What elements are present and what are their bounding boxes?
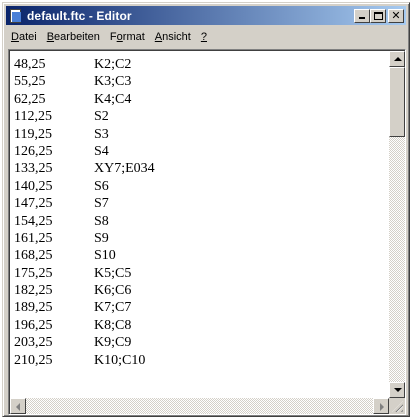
close-button[interactable]: ✕ — [388, 8, 404, 23]
minimize-button[interactable] — [354, 8, 370, 23]
title-bar[interactable]: default.ftc - Editor ✕ — [6, 6, 406, 25]
menu-format[interactable]: Format — [105, 31, 150, 43]
scroll-right-button[interactable] — [373, 398, 389, 414]
arrow-right-icon — [380, 403, 384, 411]
text-line[interactable]: 182,25 K6;C6 — [14, 282, 392, 299]
line-time: 112,25 — [14, 109, 52, 125]
notepad-icon[interactable] — [9, 8, 23, 23]
text-line[interactable]: 126,25 S4 — [14, 143, 392, 160]
line-time: 210,25 — [14, 352, 53, 368]
menu-bar: Datei Bearbeiten Format Ansicht ? — [6, 27, 406, 46]
line-code: S7 — [94, 196, 109, 212]
line-time: 48,25 — [14, 57, 46, 72]
line-time: 55,25 — [14, 74, 46, 90]
line-code: K7;C7 — [94, 300, 132, 316]
line-time: 154,25 — [14, 213, 53, 229]
size-grip[interactable] — [389, 398, 405, 414]
horizontal-scrollbar[interactable] — [10, 398, 389, 414]
scroll-up-button[interactable] — [389, 51, 405, 67]
line-time: 189,25 — [14, 300, 53, 316]
text-editor[interactable]: 48,25 K2;C2 55,25 K3;C3 62,25 K4;C4 112,25 S2 11… — [8, 49, 406, 415]
text-line[interactable]: 55,25 K3;C3 — [14, 73, 392, 90]
arrow-left-icon — [16, 403, 20, 411]
scroll-left-button[interactable] — [10, 398, 26, 414]
arrow-up-icon — [394, 57, 402, 61]
text-line[interactable]: 196,25 K8;C8 — [14, 317, 392, 334]
text-line[interactable]: 119,25 S3 — [14, 126, 392, 143]
line-code: S8 — [94, 213, 109, 229]
line-time: 147,25 — [14, 196, 53, 212]
line-code: K2;C2 — [94, 57, 132, 72]
line-time: 126,25 — [14, 143, 53, 159]
line-code: S6 — [94, 178, 109, 194]
line-code: K9;C9 — [94, 335, 132, 351]
text-line[interactable]: 140,25 S6 — [14, 178, 392, 195]
menu-help[interactable]: ? — [196, 31, 212, 43]
line-code: K3;C3 — [94, 74, 132, 90]
line-code: K8;C8 — [94, 317, 132, 333]
text-line[interactable]: 210,25 K10;C10 — [14, 352, 392, 369]
scroll-down-button[interactable] — [389, 382, 405, 398]
line-time: 119,25 — [14, 126, 52, 142]
text-line[interactable]: 189,25 K7;C7 — [14, 299, 392, 316]
text-line[interactable]: 112,25 S2 — [14, 108, 392, 125]
line-code: S2 — [94, 109, 109, 125]
line-code: K4;C4 — [94, 91, 132, 107]
line-time: 175,25 — [14, 265, 53, 281]
line-time: 161,25 — [14, 230, 53, 246]
minimize-icon — [359, 16, 365, 19]
line-time: 133,25 — [14, 161, 53, 177]
text-line[interactable]: 62,25 K4;C4 — [14, 91, 392, 108]
window-title: default.ftc - Editor — [27, 8, 132, 23]
text-line[interactable]: 168,25 S10 — [14, 247, 392, 264]
resize-grip-icon — [392, 401, 403, 412]
line-code: S9 — [94, 230, 109, 246]
vertical-scrollbar[interactable] — [389, 51, 405, 398]
line-time: 168,25 — [14, 248, 53, 264]
line-code: K10;C10 — [94, 352, 146, 368]
text-area[interactable]: 48,25 K2;C2 55,25 K3;C3 62,25 K4;C4 112,25 S2 11… — [14, 56, 392, 396]
text-line[interactable]: 154,25 S8 — [14, 213, 392, 230]
line-code: S10 — [94, 248, 116, 264]
editor-window: default.ftc - Editor ✕ Datei Bearbeiten … — [2, 2, 410, 417]
line-code: K5;C5 — [94, 265, 132, 281]
line-code: K6;C6 — [94, 283, 132, 299]
line-code: S3 — [94, 126, 109, 142]
line-code: S4 — [94, 143, 109, 159]
line-time: 196,25 — [14, 317, 53, 333]
menu-datei[interactable]: Datei — [6, 31, 42, 43]
maximize-icon — [374, 11, 383, 20]
line-code: XY7;E034 — [94, 161, 155, 177]
text-line[interactable]: 147,25 S7 — [14, 195, 392, 212]
close-icon: ✕ — [391, 9, 401, 22]
text-line[interactable]: 203,25 K9;C9 — [14, 334, 392, 351]
text-line[interactable]: 161,25 S9 — [14, 230, 392, 247]
arrow-down-icon — [394, 388, 402, 392]
text-line[interactable]: 133,25 XY7;E034 — [14, 160, 392, 177]
menu-ansicht[interactable]: Ansicht — [150, 31, 196, 43]
text-line[interactable]: 175,25 K5;C5 — [14, 265, 392, 282]
maximize-button[interactable] — [370, 8, 386, 23]
text-line[interactable]: 48,25 K2;C2 — [14, 56, 392, 73]
menu-bearbeiten[interactable]: Bearbeiten — [42, 31, 105, 43]
line-time: 140,25 — [14, 178, 53, 194]
line-time: 62,25 — [14, 91, 46, 107]
line-time: 203,25 — [14, 335, 53, 351]
scroll-thumb[interactable] — [389, 67, 405, 137]
line-time: 182,25 — [14, 283, 53, 299]
